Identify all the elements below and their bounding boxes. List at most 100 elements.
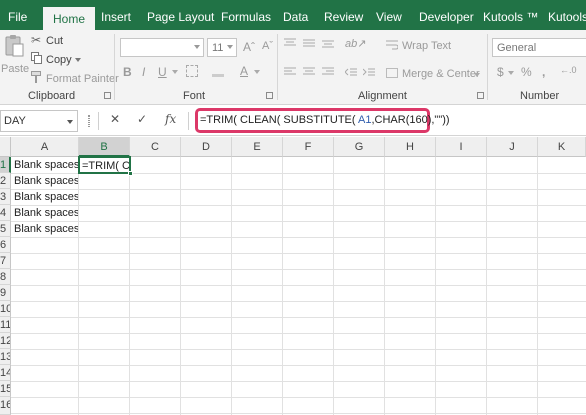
bold-button[interactable]: B	[123, 65, 132, 79]
gridline	[11, 253, 586, 254]
copy-button[interactable]: Copy	[46, 54, 72, 66]
row-header-3[interactable]: 3	[0, 189, 11, 205]
row-header-13[interactable]: 13	[0, 349, 11, 365]
row-header-10[interactable]: 10	[0, 301, 11, 317]
cell-a4[interactable]: Blank spaces	[12, 205, 78, 221]
number-format-box[interactable]: General	[492, 38, 586, 57]
row-header-12[interactable]: 12	[0, 333, 11, 349]
align-right-icon[interactable]	[322, 67, 334, 77]
merge-dropdown-icon[interactable]	[474, 73, 480, 77]
cell-b1[interactable]: =TRIM( CL	[80, 158, 129, 174]
column-header-b[interactable]: B	[79, 137, 130, 157]
fill-color-icon[interactable]	[212, 65, 224, 77]
borders-icon[interactable]	[186, 65, 198, 77]
column-header-f[interactable]: F	[283, 137, 334, 157]
column-header-k[interactable]: K	[538, 137, 586, 157]
column-header-h[interactable]: H	[385, 137, 436, 157]
align-center-icon[interactable]	[303, 67, 315, 77]
orientation-icon[interactable]: ab↗	[345, 37, 366, 50]
row-header-9[interactable]: 9	[0, 285, 11, 301]
row-header-2[interactable]: 2	[0, 173, 11, 189]
align-left-icon[interactable]	[284, 67, 296, 77]
row-header-4[interactable]: 4	[0, 205, 11, 221]
cell-a3[interactable]: Blank spaces	[12, 189, 78, 205]
row-header-8[interactable]: 8	[0, 269, 11, 285]
middle-align-icon[interactable]	[303, 38, 315, 48]
top-align-icon[interactable]	[284, 38, 296, 48]
wrap-text-button[interactable]: Wrap Text	[402, 40, 451, 52]
select-all-corner[interactable]	[0, 137, 11, 157]
scissors-icon[interactable]: ✂	[31, 33, 41, 47]
font-color-icon[interactable]: A	[240, 64, 248, 78]
formula-input[interactable]: =TRIM( CLEAN( SUBSTITUTE( A1,CHAR(160),"…	[200, 114, 450, 126]
tab-file[interactable]: File	[8, 0, 27, 30]
active-cell-b1[interactable]: =TRIM( CL	[78, 156, 133, 176]
row-header-14[interactable]: 14	[0, 365, 11, 381]
font-color-dropdown-icon[interactable]	[254, 70, 260, 74]
format-painter-button[interactable]: Format Painter	[46, 73, 119, 85]
paste-icon[interactable]	[4, 34, 24, 58]
increase-decimal-icon[interactable]: ←.0	[560, 65, 577, 75]
column-header-j[interactable]: J	[487, 137, 538, 157]
column-header-i[interactable]: I	[436, 137, 487, 157]
cut-button[interactable]: Cut	[46, 35, 63, 47]
row-header-11[interactable]: 11	[0, 317, 11, 333]
tab-kutools[interactable]: Kutools ™	[483, 0, 538, 30]
column-header-c[interactable]: C	[130, 137, 181, 157]
decrease-font-icon[interactable]: Aˇ	[262, 40, 273, 52]
name-box-dropdown-icon[interactable]	[67, 120, 73, 124]
underline-button[interactable]: U	[158, 65, 167, 79]
fill-handle[interactable]	[128, 171, 133, 176]
insert-function-button[interactable]: fx	[165, 112, 176, 126]
paste-label[interactable]: Paste	[1, 63, 29, 75]
merge-center-icon[interactable]	[386, 68, 398, 78]
italic-button[interactable]: I	[142, 65, 145, 79]
format-painter-icon[interactable]	[31, 71, 42, 83]
clipboard-launcher-icon[interactable]	[104, 92, 111, 99]
row-header-15[interactable]: 15	[0, 381, 11, 397]
font-name-box[interactable]	[120, 38, 204, 57]
currency-button[interactable]: $	[497, 65, 504, 79]
tab-insert[interactable]: Insert	[101, 0, 131, 30]
column-header-e[interactable]: E	[232, 137, 283, 157]
cell-a2[interactable]: Blank spaces	[12, 173, 78, 189]
enter-icon[interactable]: ✓	[137, 112, 147, 126]
currency-dropdown-icon[interactable]	[508, 71, 514, 75]
gridline	[11, 317, 586, 318]
merge-center-button[interactable]: Merge & Center	[402, 68, 480, 80]
cell-a1[interactable]: Blank spaces	[12, 157, 78, 173]
tab-kutools-plus[interactable]: Kutools P	[548, 0, 586, 30]
row-header-5[interactable]: 5	[0, 221, 11, 237]
column-header-d[interactable]: D	[181, 137, 232, 157]
percent-button[interactable]: %	[521, 65, 532, 79]
tab-page-layout[interactable]: Page Layout	[147, 0, 214, 30]
increase-indent-icon[interactable]	[362, 67, 375, 77]
comma-style-icon[interactable]: ,	[542, 65, 545, 79]
tab-home[interactable]: Home	[43, 7, 96, 30]
alignment-launcher-icon[interactable]	[477, 92, 484, 99]
bottom-align-icon[interactable]	[322, 38, 334, 48]
font-size-box[interactable]: 11	[207, 38, 237, 57]
column-header-a[interactable]: A	[11, 137, 79, 157]
increase-font-icon[interactable]: Aˆ	[243, 40, 255, 54]
column-header-g[interactable]: G	[334, 137, 385, 157]
decrease-indent-icon[interactable]	[344, 67, 357, 77]
worksheet-grid[interactable]: A B C D E F G H I J K 1 2 3 4 5 6 7 8 9 …	[0, 137, 586, 415]
tab-developer[interactable]: Developer	[419, 0, 474, 30]
underline-dropdown-icon[interactable]	[172, 70, 178, 74]
name-box[interactable]: DAY	[0, 110, 78, 132]
row-header-7[interactable]: 7	[0, 253, 11, 269]
copy-icon[interactable]	[31, 52, 42, 64]
font-launcher-icon[interactable]	[266, 92, 273, 99]
tab-data[interactable]: Data	[283, 0, 308, 30]
row-header-16[interactable]: 16	[0, 397, 11, 415]
wrap-text-icon[interactable]	[386, 40, 399, 50]
cell-a5[interactable]: Blank spaces	[12, 221, 78, 237]
tab-formulas[interactable]: Formulas	[221, 0, 271, 30]
tab-view[interactable]: View	[376, 0, 402, 30]
tab-review[interactable]: Review	[324, 0, 363, 30]
cancel-icon[interactable]: ✕	[110, 112, 120, 126]
copy-dropdown-icon[interactable]	[75, 58, 81, 62]
row-header-1[interactable]: 1	[0, 157, 11, 173]
row-header-6[interactable]: 6	[0, 237, 11, 253]
